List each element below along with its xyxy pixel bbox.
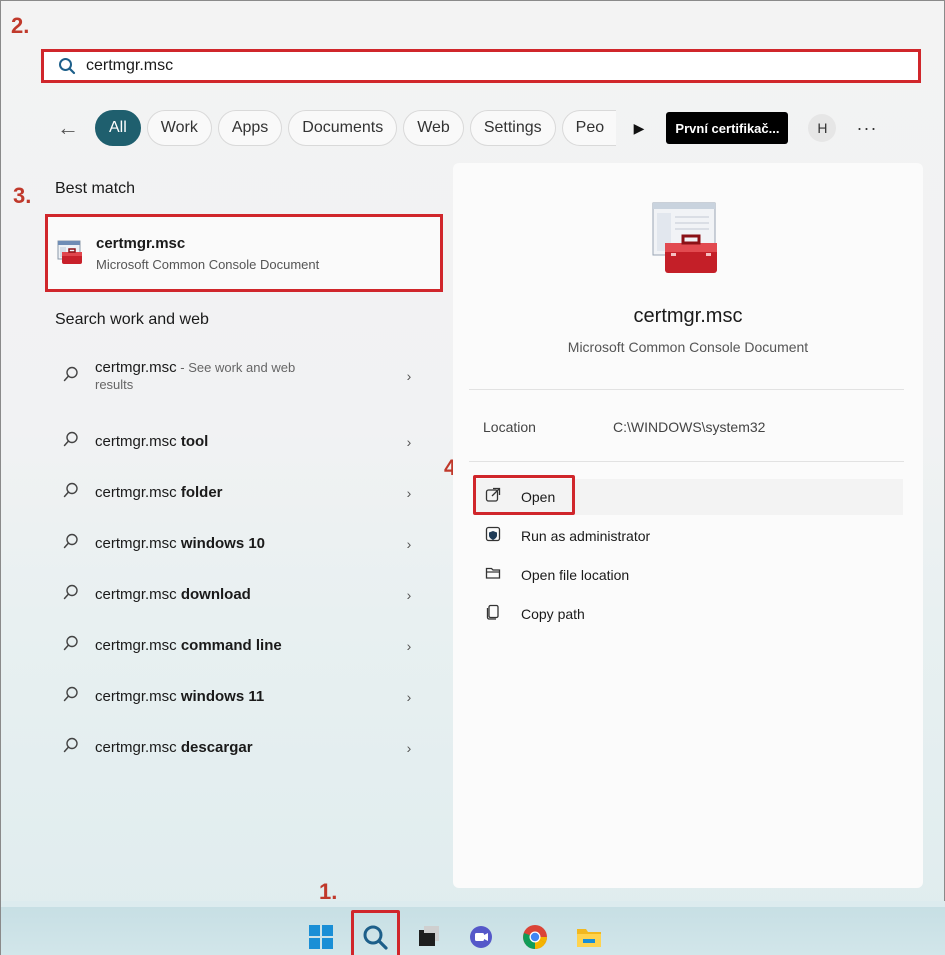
- best-match-title: certmgr.msc: [96, 234, 186, 252]
- chevron-right-icon: ›: [406, 586, 412, 603]
- result-text: certmgr.msc: [95, 688, 181, 705]
- run-as-admin-label: Run as administrator: [521, 528, 651, 544]
- console-app-icon: [56, 238, 86, 268]
- result-text: certmgr.msc: [95, 637, 181, 654]
- chevron-right-icon: ›: [406, 484, 412, 501]
- divider: [469, 461, 904, 462]
- teams-chat-icon[interactable]: [467, 923, 495, 951]
- result-text: certmgr.msc: [95, 739, 181, 756]
- shield-icon: [483, 526, 503, 547]
- chevron-right-icon: ›: [406, 637, 412, 654]
- result-bold: download: [180, 586, 251, 603]
- folder-icon: [483, 565, 503, 586]
- web-result-item[interactable]: certmgr.msc tool ›: [51, 431, 431, 452]
- result-suffix: - See work and web: [176, 360, 296, 375]
- open-file-location-action[interactable]: Open file location: [475, 557, 903, 593]
- web-result-item[interactable]: certmgr.msc command line ›: [51, 635, 431, 656]
- result-text: certmgr.msc: [95, 359, 177, 376]
- copy-path-action[interactable]: Copy path: [475, 596, 903, 632]
- web-result-item[interactable]: certmgr.msc windows 11 ›: [51, 686, 431, 707]
- details-subtitle: Microsoft Common Console Document: [567, 339, 809, 355]
- best-match-heading: Best match: [55, 180, 136, 197]
- open-file-location-label: Open file location: [521, 567, 630, 583]
- search-input[interactable]: [86, 57, 486, 75]
- chevron-right-icon: ›: [406, 739, 412, 756]
- search-icon: [63, 431, 85, 452]
- web-result-item[interactable]: certmgr.msc folder ›: [51, 482, 431, 503]
- search-icon: [63, 482, 85, 503]
- result-text: certmgr.msc: [95, 484, 181, 501]
- open-highlight: [473, 475, 575, 515]
- web-result-item[interactable]: certmgr.msc - See work and web results ›: [51, 359, 431, 393]
- copy-path-label: Copy path: [521, 606, 585, 622]
- result-bold: windows 11: [180, 688, 265, 705]
- result-bold: command line: [180, 637, 282, 654]
- search-icon: [63, 737, 85, 758]
- result-bold: windows 10: [180, 535, 266, 552]
- chevron-right-icon: ›: [406, 433, 412, 450]
- result-subtext: results: [95, 377, 134, 392]
- filter-apps[interactable]: Apps: [217, 110, 283, 146]
- search-box[interactable]: [41, 49, 921, 83]
- result-text: certmgr.msc: [95, 586, 181, 603]
- search-icon: [63, 366, 85, 387]
- back-arrow-icon[interactable]: ←: [53, 115, 83, 141]
- web-result-item[interactable]: certmgr.msc download ›: [51, 584, 431, 605]
- search-web-heading: Search work and web: [55, 311, 209, 328]
- result-bold: folder: [180, 484, 223, 501]
- start-search-window: 2. 3. 4. 1. ← All Work Apps Documents We…: [0, 0, 945, 955]
- search-icon: [58, 57, 76, 75]
- run-as-admin-action[interactable]: Run as administrator: [475, 518, 903, 554]
- filter-documents[interactable]: Documents: [288, 110, 398, 146]
- result-text: certmgr.msc: [95, 535, 181, 552]
- filter-bar: ← All Work Apps Documents Web Settings P…: [53, 109, 877, 147]
- result-bold: tool: [180, 433, 209, 450]
- search-icon: [63, 533, 85, 554]
- tooltip: První certifikač...: [666, 112, 789, 144]
- copy-icon: [483, 604, 503, 625]
- step-label-3: 3.: [13, 183, 32, 208]
- divider: [469, 389, 904, 390]
- search-icon: [63, 635, 85, 656]
- chevron-right-icon: ›: [406, 368, 412, 384]
- more-options-icon[interactable]: ···: [856, 118, 877, 139]
- file-explorer-icon[interactable]: [575, 923, 603, 951]
- details-title: certmgr.msc: [633, 305, 743, 327]
- console-app-large-icon: [651, 201, 721, 282]
- avatar[interactable]: H: [808, 114, 837, 142]
- best-match-item[interactable]: certmgr.msc Microsoft Common Console Doc…: [45, 214, 443, 292]
- chrome-icon[interactable]: [521, 923, 549, 951]
- taskbar: [1, 901, 945, 955]
- best-match-subtitle: Microsoft Common Console Document: [96, 256, 320, 272]
- chevron-right-icon: ›: [406, 535, 412, 552]
- step-label-2: 2.: [11, 13, 30, 38]
- web-result-item[interactable]: certmgr.msc descargar ›: [51, 737, 431, 758]
- scroll-right-icon[interactable]: ▶: [634, 120, 645, 137]
- search-taskbar-highlight: [351, 910, 400, 955]
- search-icon: [63, 686, 85, 707]
- filter-work[interactable]: Work: [146, 110, 212, 146]
- filter-people[interactable]: Peo: [561, 110, 616, 146]
- chevron-right-icon: ›: [406, 688, 412, 705]
- location-label: Location: [483, 419, 536, 435]
- filter-settings[interactable]: Settings: [469, 110, 556, 146]
- windows-start-icon[interactable]: [307, 923, 335, 951]
- search-icon: [63, 584, 85, 605]
- details-panel: certmgr.msc Microsoft Common Console Doc…: [453, 163, 923, 888]
- task-view-icon[interactable]: [415, 923, 443, 951]
- filter-web[interactable]: Web: [403, 110, 464, 146]
- web-result-item[interactable]: certmgr.msc windows 10 ›: [51, 533, 431, 554]
- filter-all[interactable]: All: [95, 110, 141, 146]
- result-text: certmgr.msc: [95, 433, 181, 450]
- location-value: C:\WINDOWS\system32: [613, 419, 766, 435]
- result-bold: descargar: [180, 739, 253, 756]
